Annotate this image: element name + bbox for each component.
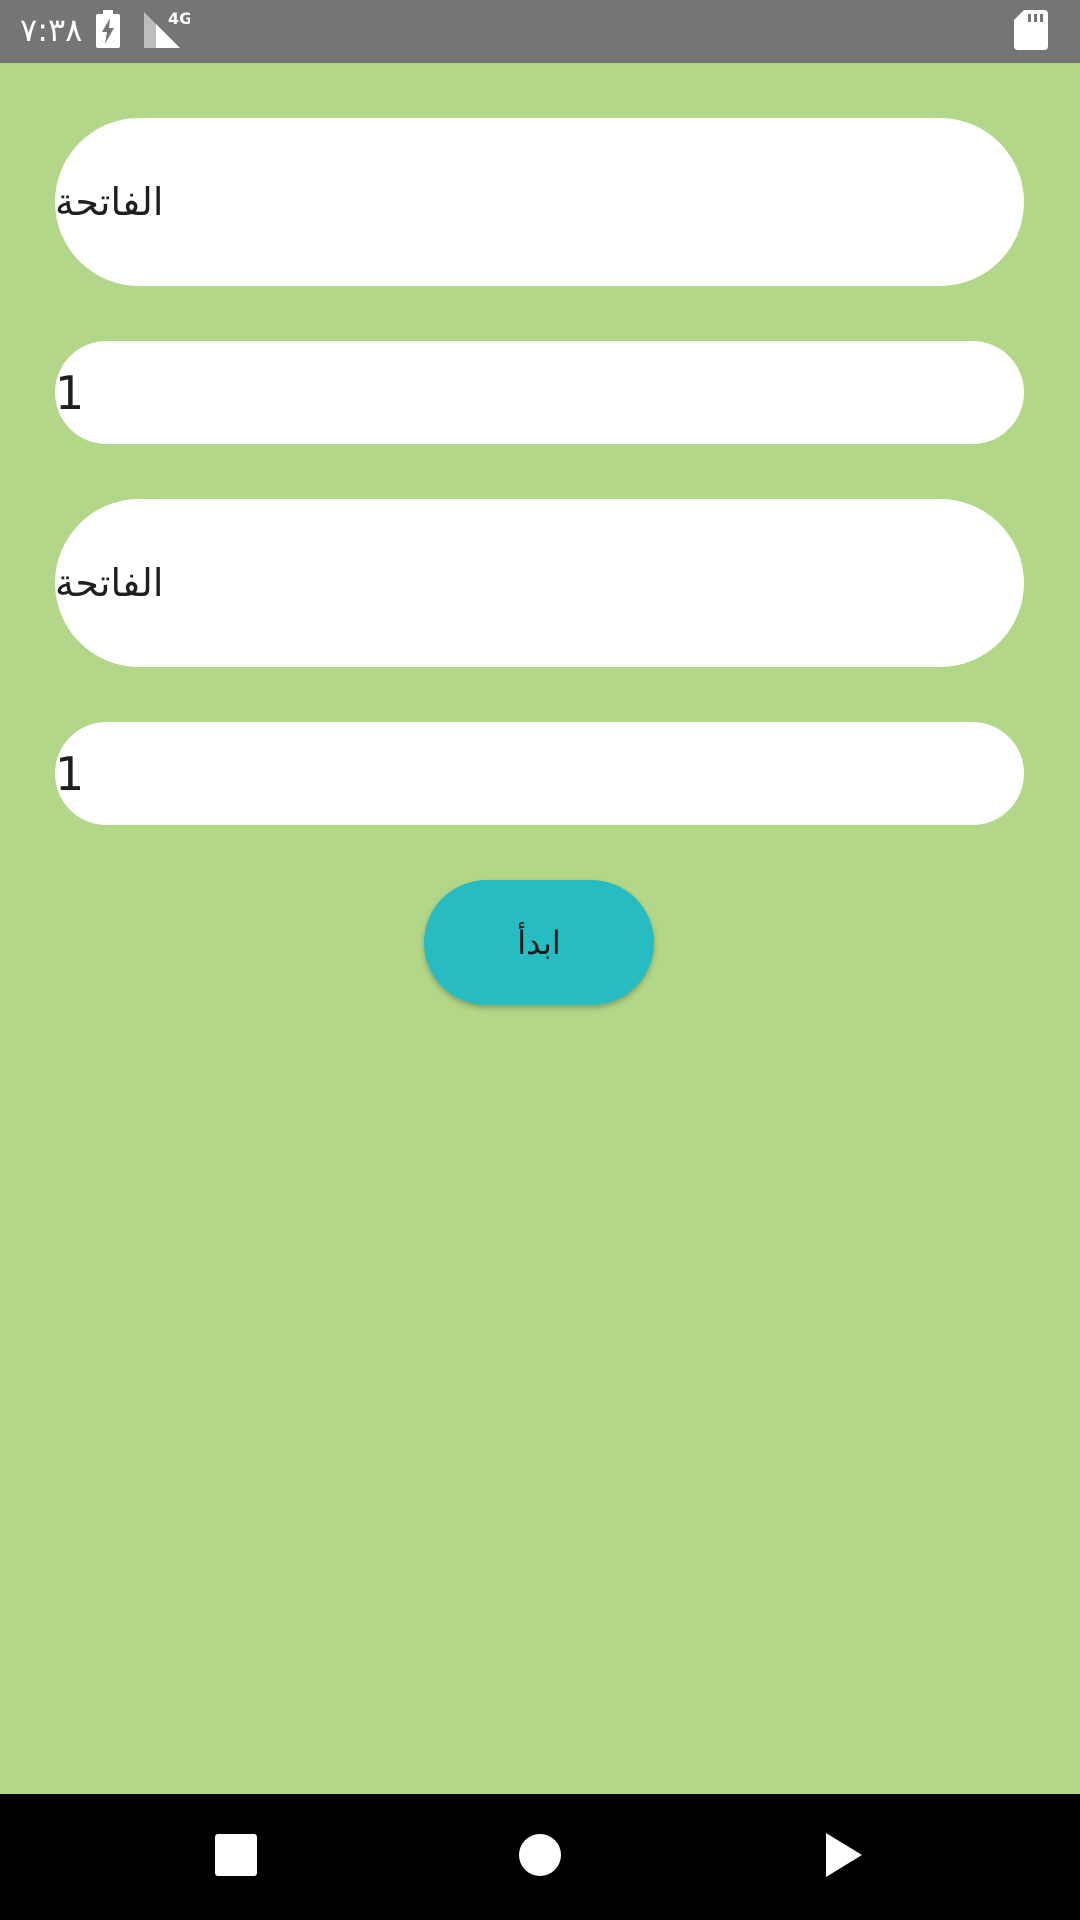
- network-type-label: 4G: [168, 9, 190, 28]
- to-surah-value: الفاتحة: [55, 561, 164, 605]
- back-button[interactable]: [784, 1794, 904, 1920]
- home-button[interactable]: [480, 1794, 600, 1920]
- from-ayah-value: 1: [55, 365, 85, 420]
- from-surah-field[interactable]: الفاتحة: [55, 118, 1024, 286]
- start-button[interactable]: ابدأ: [424, 880, 654, 1005]
- battery-charging-icon: [96, 10, 120, 52]
- main-content: الفاتحة 1 الفاتحة 1 ابدأ: [0, 63, 1080, 1794]
- to-ayah-field[interactable]: 1: [55, 722, 1024, 825]
- recents-button[interactable]: [176, 1794, 296, 1920]
- recents-square-icon: [215, 1834, 257, 1880]
- from-ayah-field[interactable]: 1: [55, 341, 1024, 444]
- status-bar: ٧:٣٨ 4G: [0, 0, 1080, 63]
- status-time: ٧:٣٨: [20, 11, 83, 49]
- from-surah-value: الفاتحة: [55, 180, 164, 224]
- home-circle-icon: [518, 1833, 562, 1881]
- to-surah-field[interactable]: الفاتحة: [55, 499, 1024, 667]
- to-ayah-value: 1: [55, 746, 85, 801]
- start-button-label: ابدأ: [517, 923, 561, 962]
- cell-signal-icon: 4G: [142, 8, 192, 54]
- back-triangle-icon: [824, 1832, 864, 1882]
- sd-card-icon: [1014, 10, 1048, 54]
- navigation-bar: [0, 1794, 1080, 1920]
